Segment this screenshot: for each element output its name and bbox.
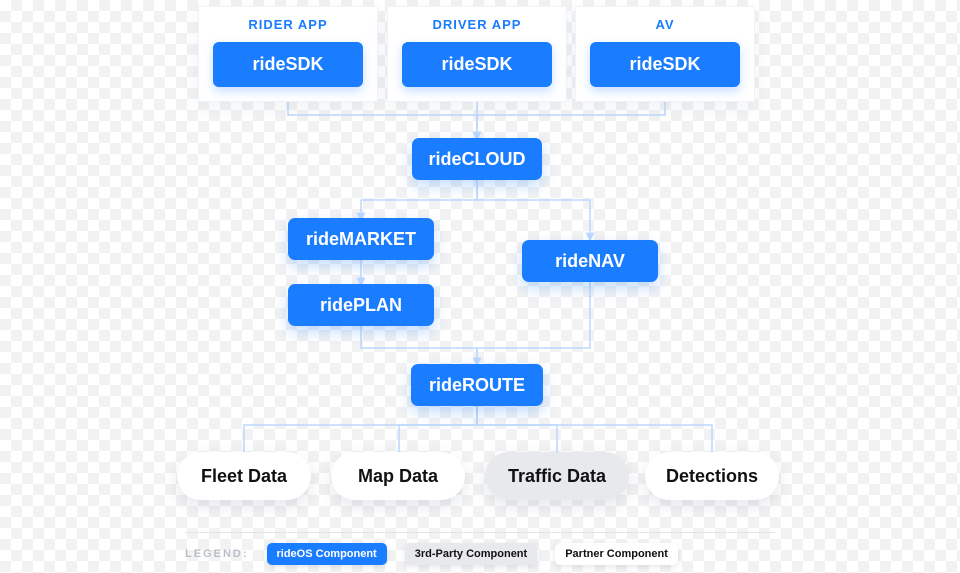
legend-label: LEGEND:: [185, 548, 249, 560]
av-sdk-node: rideSDK: [590, 42, 740, 87]
legend-partner-chip: Partner Component: [555, 543, 678, 565]
rider-sdk-node: rideSDK: [213, 42, 363, 87]
detections-pill: Detections: [645, 452, 779, 500]
rideroute-node: rideROUTE: [411, 364, 543, 406]
ridecloud-node: rideCLOUD: [412, 138, 542, 180]
architecture-diagram: RIDER APP rideSDK DRIVER APP rideSDK AV …: [0, 0, 960, 573]
driver-sdk-node: rideSDK: [402, 42, 552, 87]
driver-app-card: DRIVER APP rideSDK: [387, 6, 567, 102]
map-data-pill: Map Data: [331, 452, 465, 500]
traffic-data-pill: Traffic Data: [485, 452, 629, 500]
fleet-data-pill: Fleet Data: [177, 452, 311, 500]
ridenav-node: rideNAV: [522, 240, 658, 282]
av-title: AV: [590, 17, 740, 32]
rider-app-title: RIDER APP: [213, 17, 363, 32]
rider-app-card: RIDER APP rideSDK: [198, 6, 378, 102]
legend-rideos-chip: rideOS Component: [267, 543, 387, 565]
av-card: AV rideSDK: [575, 6, 755, 102]
legend-third-party-chip: 3rd-Party Component: [405, 543, 537, 565]
ridemarket-node: rideMARKET: [288, 218, 434, 260]
driver-app-title: DRIVER APP: [402, 17, 552, 32]
rideplan-node: ridePLAN: [288, 284, 434, 326]
legend: LEGEND: rideOS Component 3rd-Party Compo…: [185, 532, 775, 565]
